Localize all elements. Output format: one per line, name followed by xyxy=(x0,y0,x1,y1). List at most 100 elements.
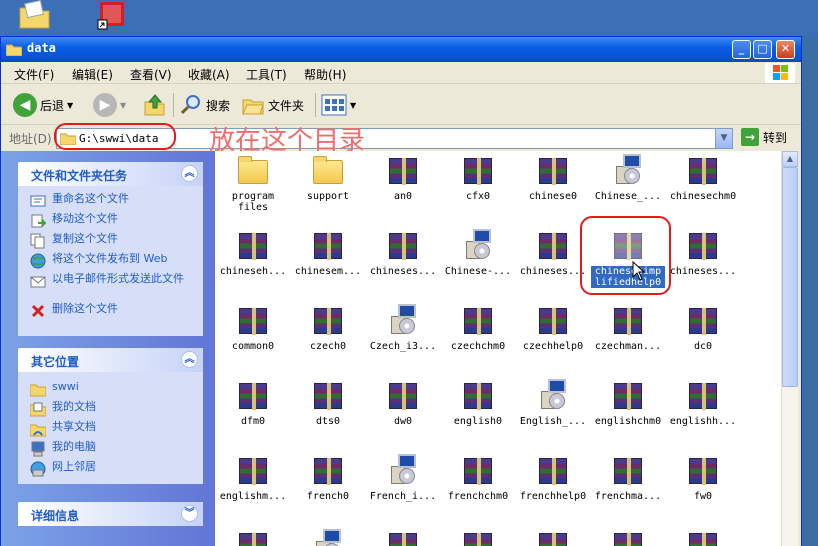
file-item[interactable]: frenchma... xyxy=(591,454,665,502)
place-my-computer[interactable]: 我的电脑 xyxy=(30,441,202,457)
file-item[interactable]: czechhelp0 xyxy=(516,304,590,352)
file-item[interactable] xyxy=(216,529,290,546)
installer-icon xyxy=(387,454,419,486)
file-name: Chinese-... xyxy=(444,266,512,277)
file-item[interactable]: cfx0 xyxy=(441,154,515,202)
desktop-folder-icon[interactable] xyxy=(18,0,52,30)
file-item[interactable]: dw0 xyxy=(366,379,440,427)
back-button[interactable]: ◀ 后退 ▼ xyxy=(13,91,73,119)
file-item[interactable]: Chinese_... xyxy=(591,154,665,202)
file-item[interactable]: czechchm0 xyxy=(441,304,515,352)
expand-icon[interactable]: ︾ xyxy=(181,505,198,522)
windows-logo-icon xyxy=(765,63,795,83)
task-copy[interactable]: 复制这个文件 xyxy=(30,233,202,249)
file-item[interactable]: English_... xyxy=(516,379,590,427)
file-item[interactable]: dfm0 xyxy=(216,379,290,427)
file-item[interactable]: Czech_i3... xyxy=(366,304,440,352)
go-arrow-icon: → xyxy=(741,128,759,146)
folder-item[interactable]: support xyxy=(291,154,365,202)
close-button[interactable]: ✕ xyxy=(776,40,795,59)
task-rename[interactable]: 重命名这个文件 xyxy=(30,193,202,209)
rar-archive-icon xyxy=(687,304,719,336)
file-item[interactable]: Chinese-... xyxy=(441,229,515,277)
folders-button[interactable]: 文件夹 xyxy=(241,91,304,119)
file-item[interactable]: chineseh... xyxy=(216,229,290,277)
go-button[interactable]: → 转到 xyxy=(741,128,787,146)
address-dropdown-button[interactable]: ▼ xyxy=(715,129,732,148)
maximize-button[interactable]: □ xyxy=(753,40,772,59)
place-network[interactable]: 网上邻居 xyxy=(30,461,202,477)
menu-file[interactable]: 文件(F) xyxy=(14,66,54,83)
my-computer-icon xyxy=(31,441,45,457)
search-button[interactable]: 搜索 xyxy=(179,91,230,119)
file-item[interactable]: englishchm0 xyxy=(591,379,665,427)
file-name: french0 xyxy=(306,491,350,502)
title-bar[interactable]: data _ □ ✕ xyxy=(1,37,801,62)
file-item[interactable]: chinesechm0 xyxy=(666,154,740,202)
collapse-icon[interactable]: ︽ xyxy=(181,351,198,368)
file-name: dw0 xyxy=(393,416,413,427)
file-item[interactable]: dts0 xyxy=(291,379,365,427)
scroll-thumb[interactable] xyxy=(782,167,798,387)
minimize-button[interactable]: _ xyxy=(732,40,751,59)
installer-icon xyxy=(312,529,344,546)
file-item[interactable] xyxy=(291,529,365,546)
file-item[interactable]: chinesem... xyxy=(291,229,365,277)
file-name: chineses... xyxy=(669,266,737,277)
file-item[interactable]: frenchchm0 xyxy=(441,454,515,502)
file-item[interactable]: englishh... xyxy=(666,379,740,427)
file-item[interactable]: common0 xyxy=(216,304,290,352)
file-item[interactable]: english0 xyxy=(441,379,515,427)
rar-archive-icon xyxy=(612,379,644,411)
views-button[interactable]: ▼ xyxy=(321,91,356,119)
place-swwi[interactable]: swwi xyxy=(30,381,202,397)
vertical-scrollbar[interactable]: ▲ xyxy=(781,151,798,546)
file-item[interactable]: englishm... xyxy=(216,454,290,502)
task-email[interactable]: 以电子邮件形式发送此文件 xyxy=(30,273,202,289)
menu-view[interactable]: 查看(V) xyxy=(130,66,172,83)
rar-archive-icon xyxy=(462,454,494,486)
task-publish-web[interactable]: 将这个文件发布到 Web xyxy=(30,253,202,269)
file-item[interactable] xyxy=(591,529,665,546)
mouse-cursor-icon xyxy=(632,261,646,281)
file-item[interactable] xyxy=(441,529,515,546)
forward-button[interactable]: ▶ ▼ xyxy=(93,91,126,119)
file-item[interactable]: frenchhelp0 xyxy=(516,454,590,502)
menu-favorites[interactable]: 收藏(A) xyxy=(188,66,230,83)
file-item[interactable]: chineses... xyxy=(666,229,740,277)
up-folder-button[interactable] xyxy=(143,91,167,119)
menu-help[interactable]: 帮助(H) xyxy=(304,66,346,83)
file-name: frenchma... xyxy=(594,491,662,502)
file-item[interactable]: dc0 xyxy=(666,304,740,352)
place-my-documents[interactable]: 我的文档 xyxy=(30,401,202,417)
menu-tools[interactable]: 工具(T) xyxy=(246,66,287,83)
desktop-app-shortcut-icon[interactable] xyxy=(96,0,130,30)
place-shared-documents[interactable]: 共享文档 xyxy=(30,421,202,437)
file-item[interactable]: french0 xyxy=(291,454,365,502)
file-item[interactable]: czech0 xyxy=(291,304,365,352)
task-move[interactable]: 移动这个文件 xyxy=(30,213,202,229)
menu-edit[interactable]: 编辑(E) xyxy=(72,66,113,83)
file-item[interactable] xyxy=(366,529,440,546)
file-item[interactable]: chineses... xyxy=(516,229,590,277)
file-item[interactable] xyxy=(516,529,590,546)
folder-item[interactable]: program files xyxy=(216,154,290,213)
file-item[interactable]: chinese0 xyxy=(516,154,590,202)
rar-archive-icon xyxy=(612,529,644,546)
file-tasks-header[interactable]: 文件和文件夹任务 ︽ xyxy=(18,162,203,186)
collapse-icon[interactable]: ︽ xyxy=(181,165,198,182)
rar-archive-icon xyxy=(387,229,419,261)
file-item[interactable] xyxy=(666,529,740,546)
chevron-down-icon: ▼ xyxy=(67,100,74,110)
file-item[interactable]: chineses... xyxy=(366,229,440,277)
file-item[interactable]: czechman... xyxy=(591,304,665,352)
file-item[interactable]: an0 xyxy=(366,154,440,202)
file-view[interactable]: program files support an0 cfx0 chinese0 Chine… xyxy=(215,151,781,546)
file-item[interactable]: French_i... xyxy=(366,454,440,502)
task-delete[interactable]: 删除这个文件 xyxy=(30,303,202,319)
file-name: Czech_i3... xyxy=(369,341,437,352)
file-item[interactable]: fw0 xyxy=(666,454,740,502)
details-header[interactable]: 详细信息 ︾ xyxy=(18,502,203,526)
other-places-header[interactable]: 其它位置 ︽ xyxy=(18,348,203,372)
scroll-up-button[interactable]: ▲ xyxy=(782,151,798,167)
